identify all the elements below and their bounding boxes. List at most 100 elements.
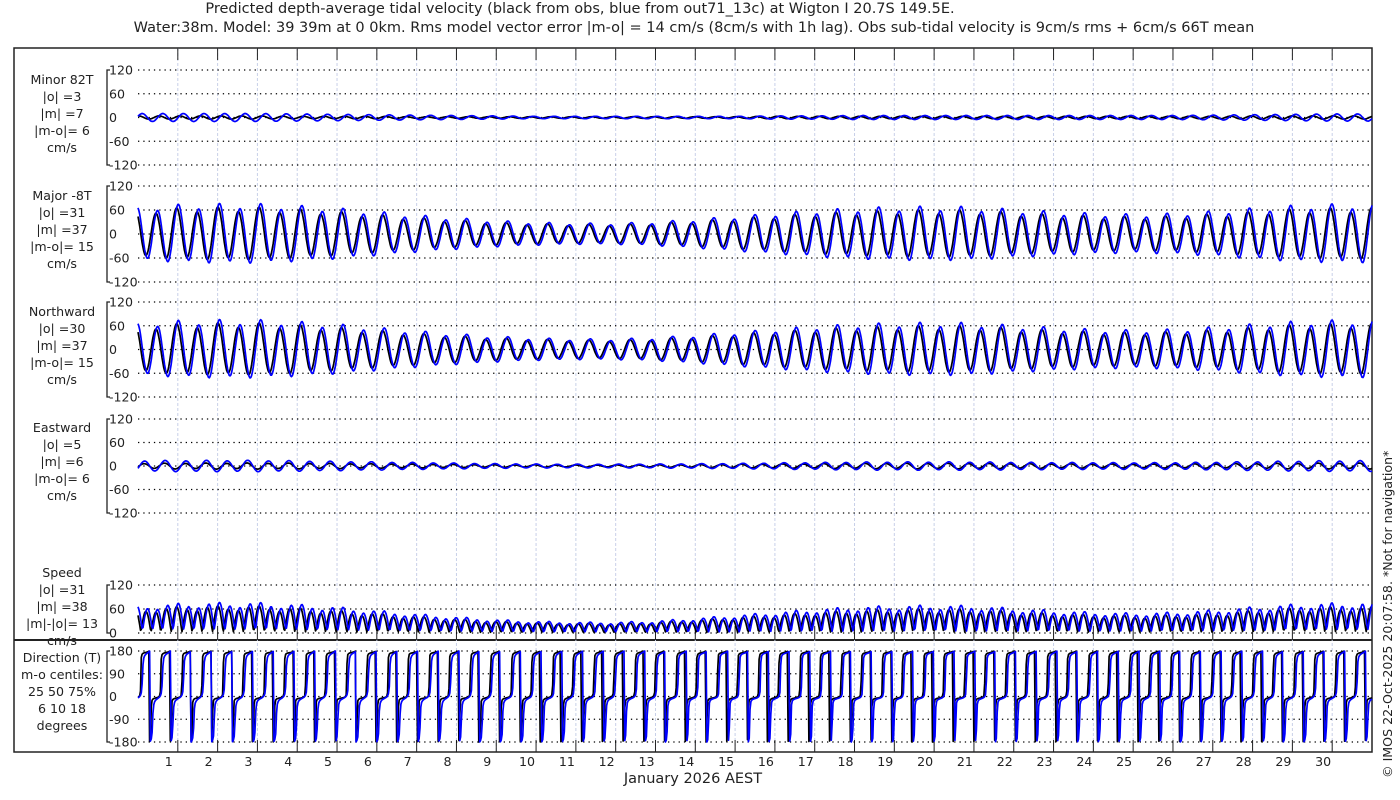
y-tick-label: 60 [109,86,125,101]
panel-label-line: cm/s [47,256,77,271]
title-line-1: Predicted depth-average tidal velocity (… [205,1,954,17]
x-tick-label: 15 [718,754,734,769]
y-tick-label: -120 [109,275,138,290]
x-tick-label: 26 [1156,754,1172,769]
panel-label-line: 6 10 18 [38,701,86,716]
x-tick-label: 16 [758,754,774,769]
x-tick-label: 3 [244,754,252,769]
y-tick-label: 180 [109,644,133,659]
y-tick-label: 120 [109,179,133,194]
y-tick-label: 120 [109,63,133,78]
y-tick-label: 90 [109,666,125,681]
y-tick-label: 60 [109,203,125,218]
panel-label-line: 25 50 75% [28,684,96,699]
panel-eastward: 120 60 0 -60 -120 Eastward |o| =5 |m| =6 |m-o|= … [33,412,1373,521]
panel-major: 120 60 0 -60 -120 Major -8T |o| =31 |m| =37 |m-o… [30,179,1373,290]
x-tick-label: 18 [838,754,854,769]
series-direction-obs [137,650,1373,743]
panel-label-line: |m-o|= 15 [30,239,94,254]
panel-speed: 120 60 0 Speed |o| =31 |m| =38 |m|-|o|= 13 cm/s [26,565,1373,648]
y-tick-label: 60 [109,602,125,617]
panel-label-line: |o| =31 [39,205,86,220]
y-tick-label: -60 [109,134,130,149]
panel-label-line: Northward [29,304,95,319]
y-tick-label: 120 [109,412,133,427]
x-tick-label: 19 [877,754,893,769]
y-tick-label: 120 [109,295,133,310]
x-axis-label: January 2026 AEST [623,771,762,787]
panel-label-line: Eastward [33,420,91,435]
panel-label-line: cm/s [47,488,77,503]
panel-label-line: Minor 82T [31,72,94,87]
panel-label-line: |o| =3 [43,89,82,104]
series-minor-model [137,112,1373,123]
y-tick-label: -180 [109,735,138,750]
panel-label-line: |m-o|= 6 [34,123,90,138]
panel-label-line: m-o centiles: [21,667,103,682]
panel-direction: 180 90 0 -90 -180 Direction (T) m-o centiles: 2… [21,644,1373,750]
y-tick-label: -120 [109,506,138,521]
y-tick-label: 0 [109,227,117,242]
panel-northward: 120 60 0 -60 -120 Northward |o| =30 |m| =37 |m-o… [29,295,1373,405]
x-tick-label: 13 [638,754,654,769]
title-line-2: Water:38m. Model: 39 39m at 0 0km. Rms m… [134,20,1255,36]
x-tick-label: 25 [1116,754,1132,769]
panel-label-line: |m-o|= 15 [30,355,94,370]
x-tick-label: 28 [1236,754,1252,769]
panel-label-line: Direction (T) [23,650,101,665]
series-major-model [137,202,1373,264]
y-tick-label: 0 [109,110,117,125]
copyright-notice: © IMOS 22-Oct-2025 20:07:58. *Not for na… [1380,451,1395,778]
x-tick-label: 7 [404,754,412,769]
panel-label-line: |m| =6 [40,454,83,469]
panel-label-line: cm/s [47,140,77,155]
y-tick-label: -120 [109,390,138,405]
panel-label-line: |o| =5 [43,437,82,452]
x-tick-label: 11 [559,754,575,769]
y-tick-label: 0 [109,626,117,641]
x-tick-label: 14 [678,754,694,769]
panel-minor: 120 60 0 -60 -120 Minor 82T |o| =3 |m| =7 |m-o|=… [31,63,1373,173]
y-tick-label: 0 [109,459,117,474]
x-tick-label: 22 [997,754,1013,769]
panel-label-line: cm/s [47,633,77,648]
series-speed-obs [137,605,1373,634]
x-tick-label: 20 [917,754,933,769]
x-tick-label: 2 [205,754,213,769]
y-tick-label: 0 [109,342,117,357]
x-tick-label: 8 [443,754,451,769]
x-tick-label: 27 [1196,754,1212,769]
y-tick-label: -90 [109,712,130,727]
panel-label-line: |o| =31 [39,582,86,597]
panel-label-line: Speed [42,565,81,580]
panel-label-line: |m| =37 [36,338,87,353]
panel-label-line: |m| =7 [40,106,83,121]
y-tick-label: -120 [109,158,138,173]
panel-label-line: cm/s [47,372,77,387]
x-tick-label: 29 [1275,754,1291,769]
y-tick-label: -60 [109,251,130,266]
x-tick-label: 23 [1037,754,1053,769]
y-tick-label: 0 [109,689,117,704]
y-tick-label: 120 [109,578,133,593]
x-tick-label: 10 [519,754,535,769]
x-tick-label: 9 [483,754,491,769]
panel-label-line: |m|-|o|= 13 [26,616,98,631]
x-tick-label: 12 [599,754,615,769]
x-tick-label: 1 [165,754,173,769]
y-tick-label: -60 [109,366,130,381]
panel-label-line: |m| =38 [36,599,87,614]
tidal-velocity-figure: Predicted depth-average tidal velocity (… [13,1,1395,787]
panel-label-line: |o| =30 [39,321,86,336]
x-tick-label: 4 [284,754,292,769]
x-tick-label: 24 [1076,754,1092,769]
panel-label-line: Major -8T [32,188,92,203]
series-northward-model [137,318,1373,379]
x-tick-label: 30 [1315,754,1331,769]
y-tick-label: 60 [109,318,125,333]
x-tick-label: 17 [798,754,814,769]
x-tick-label: 6 [364,754,372,769]
x-tick-label: 21 [957,754,973,769]
panel-label-line: |m| =37 [36,222,87,237]
x-tick-label: 5 [324,754,332,769]
